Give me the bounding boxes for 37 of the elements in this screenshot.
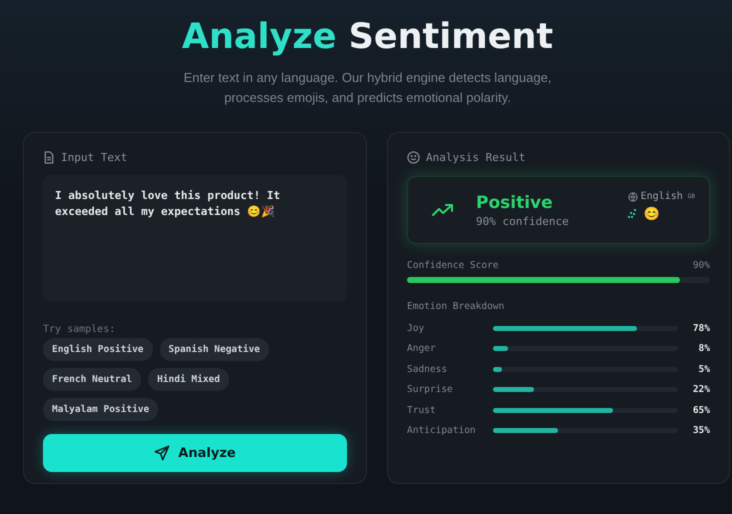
emotion-name: Joy [407, 322, 426, 334]
sample-chip[interactable]: French Neutral [43, 368, 142, 391]
emotion-value: 8% [698, 343, 710, 354]
emotion-value: 78% [692, 322, 710, 334]
analyze-button[interactable]: Analyze [43, 434, 347, 472]
sample-chip[interactable]: English Positive [43, 338, 153, 361]
confidence-value: 90% [692, 260, 710, 271]
document-icon [43, 151, 55, 164]
emotion-name: Sadness [407, 364, 448, 375]
confidence-label: Confidence Score [407, 260, 499, 271]
emotion-value: 22% [692, 384, 710, 396]
trend-up-icon [432, 203, 454, 217]
emotion-value: 65% [692, 404, 710, 416]
emotion-value: 35% [692, 425, 710, 436]
emotion-name: Surprise [407, 384, 454, 396]
language-label: English [640, 191, 683, 202]
emotion-name: Anticipation [407, 425, 477, 436]
title-text: Sentiment [348, 17, 554, 57]
emotion-value: 5% [698, 364, 710, 375]
emotions-label: Emotion Breakdown [407, 301, 506, 312]
send-icon [154, 445, 170, 461]
subtitle: Enter text in any language. Our hybrid engine detects language, processes emojis, and predicts emotional polarity. [182, 69, 552, 107]
confidence-text: 90% confidence [476, 214, 570, 228]
emotion-name: Anger [407, 343, 437, 354]
sample-chip[interactable]: Spanish Negative [160, 338, 270, 361]
text-input-field[interactable]: I absolutely love this product! It exceeded all my expectations 😊🎉 [43, 175, 347, 302]
panel-heading: Input Text [61, 151, 128, 164]
samples-label: Try samples: [43, 324, 116, 335]
panel-heading: Analysis Result [426, 151, 526, 164]
title-accent: Analyze [182, 17, 336, 57]
emoji: 😊 [644, 206, 660, 222]
globe-icon [628, 192, 638, 202]
sample-chip[interactable]: Malyalam Positive [43, 398, 158, 421]
smiley-icon [407, 151, 420, 164]
sentiment-label: Positive [476, 192, 554, 212]
emotion-name: Trust [407, 404, 437, 416]
sample-chip[interactable]: Hindi Mixed [148, 368, 229, 391]
